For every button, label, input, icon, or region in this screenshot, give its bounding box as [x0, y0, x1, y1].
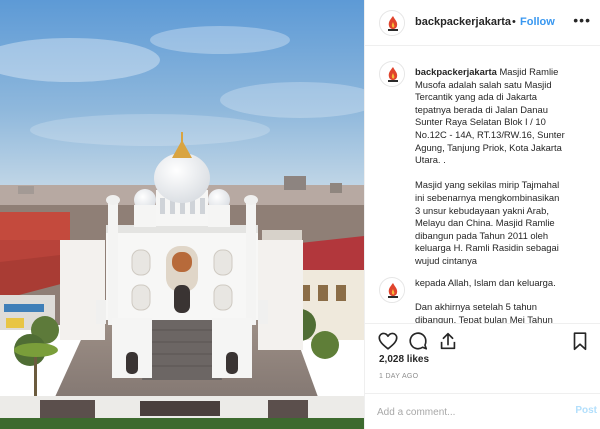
follow-button[interactable]: Follow — [520, 16, 555, 28]
caption-line: wujud cintanya — [415, 254, 478, 266]
post-photo[interactable] — [0, 0, 364, 429]
caption-line: Masjid yang sekilas mirip Tajmahal — [415, 179, 560, 191]
caption-text: backpackerjakarta Masjid Ramlie Musofa a… — [415, 66, 595, 268]
bookmark-icon[interactable] — [569, 330, 591, 352]
heart-icon[interactable] — [377, 330, 399, 352]
caption-line: 3 unsur kebudayaan yakni Arab, — [415, 204, 549, 216]
mosque-photo — [0, 0, 364, 429]
username-link[interactable]: backpackerjakarta — [415, 16, 511, 28]
separator-dot: • — [512, 16, 516, 28]
caption-line: No.12C - 14A, RT.13/RW.16, Sunter — [415, 128, 565, 140]
post-timestamp[interactable]: 1 DAY AGO — [379, 373, 418, 380]
avatar[interactable] — [379, 10, 405, 36]
caption-line: Masjid Ramlie — [499, 66, 559, 77]
post-header: backpackerjakarta • Follow ••• — [365, 0, 600, 46]
profile-logo-icon — [381, 279, 404, 302]
profile-logo-icon — [381, 12, 404, 35]
avatar[interactable] — [379, 277, 405, 303]
profile-logo-icon — [381, 63, 404, 86]
caption-line: tepatnya berada di Jalan Danau — [415, 103, 548, 115]
caption-username[interactable]: backpackerjakarta — [415, 66, 497, 77]
caption-line: ini sebenarnya mengkombinasikan — [415, 191, 560, 203]
caption-line: kepada Allah, Islam dan keluarga. — [415, 277, 556, 288]
share-icon[interactable] — [437, 330, 459, 352]
comment-bar: Post — [365, 393, 600, 429]
caption-line: Sunter Raya Selatan Blok I / 10 — [415, 116, 546, 128]
caption-line: Tercantik yang ada di Jakarta — [415, 91, 537, 103]
caption-line: dibangun pada Tahun 2011 oleh — [415, 229, 549, 241]
comment-icon[interactable] — [407, 330, 429, 352]
likes-count[interactable]: 2,028 likes — [379, 354, 429, 365]
caption-line: Agung, Tanjung Priok, Kota Jakarta — [415, 141, 562, 153]
post-comment-button[interactable]: Post — [575, 405, 597, 416]
comment-input[interactable] — [377, 404, 557, 420]
caption-line: dibangun. Tepat bulan Mei Tahun — [415, 313, 553, 323]
caption-line: Musofa adalah salah satu Masjid — [415, 78, 552, 90]
caption-line: Melayu dan China. Masjid Ramlie — [415, 217, 555, 229]
caption-line: Dan akhirnya setelah 5 tahun — [415, 301, 537, 312]
more-options-icon[interactable]: ••• — [573, 12, 591, 28]
post-side-panel: backpackerjakarta • Follow ••• backpacke… — [364, 0, 600, 429]
caption-continuation: kepada Allah, Islam dan keluarga. Dan ak… — [415, 277, 595, 323]
caption-area[interactable]: backpackerjakarta Masjid Ramlie Musofa a… — [365, 47, 600, 323]
avatar[interactable] — [379, 61, 405, 87]
caption-line: keluarga H. Ramli Rasidin sebagai — [415, 242, 559, 254]
caption-line: Utara. . — [415, 154, 446, 166]
